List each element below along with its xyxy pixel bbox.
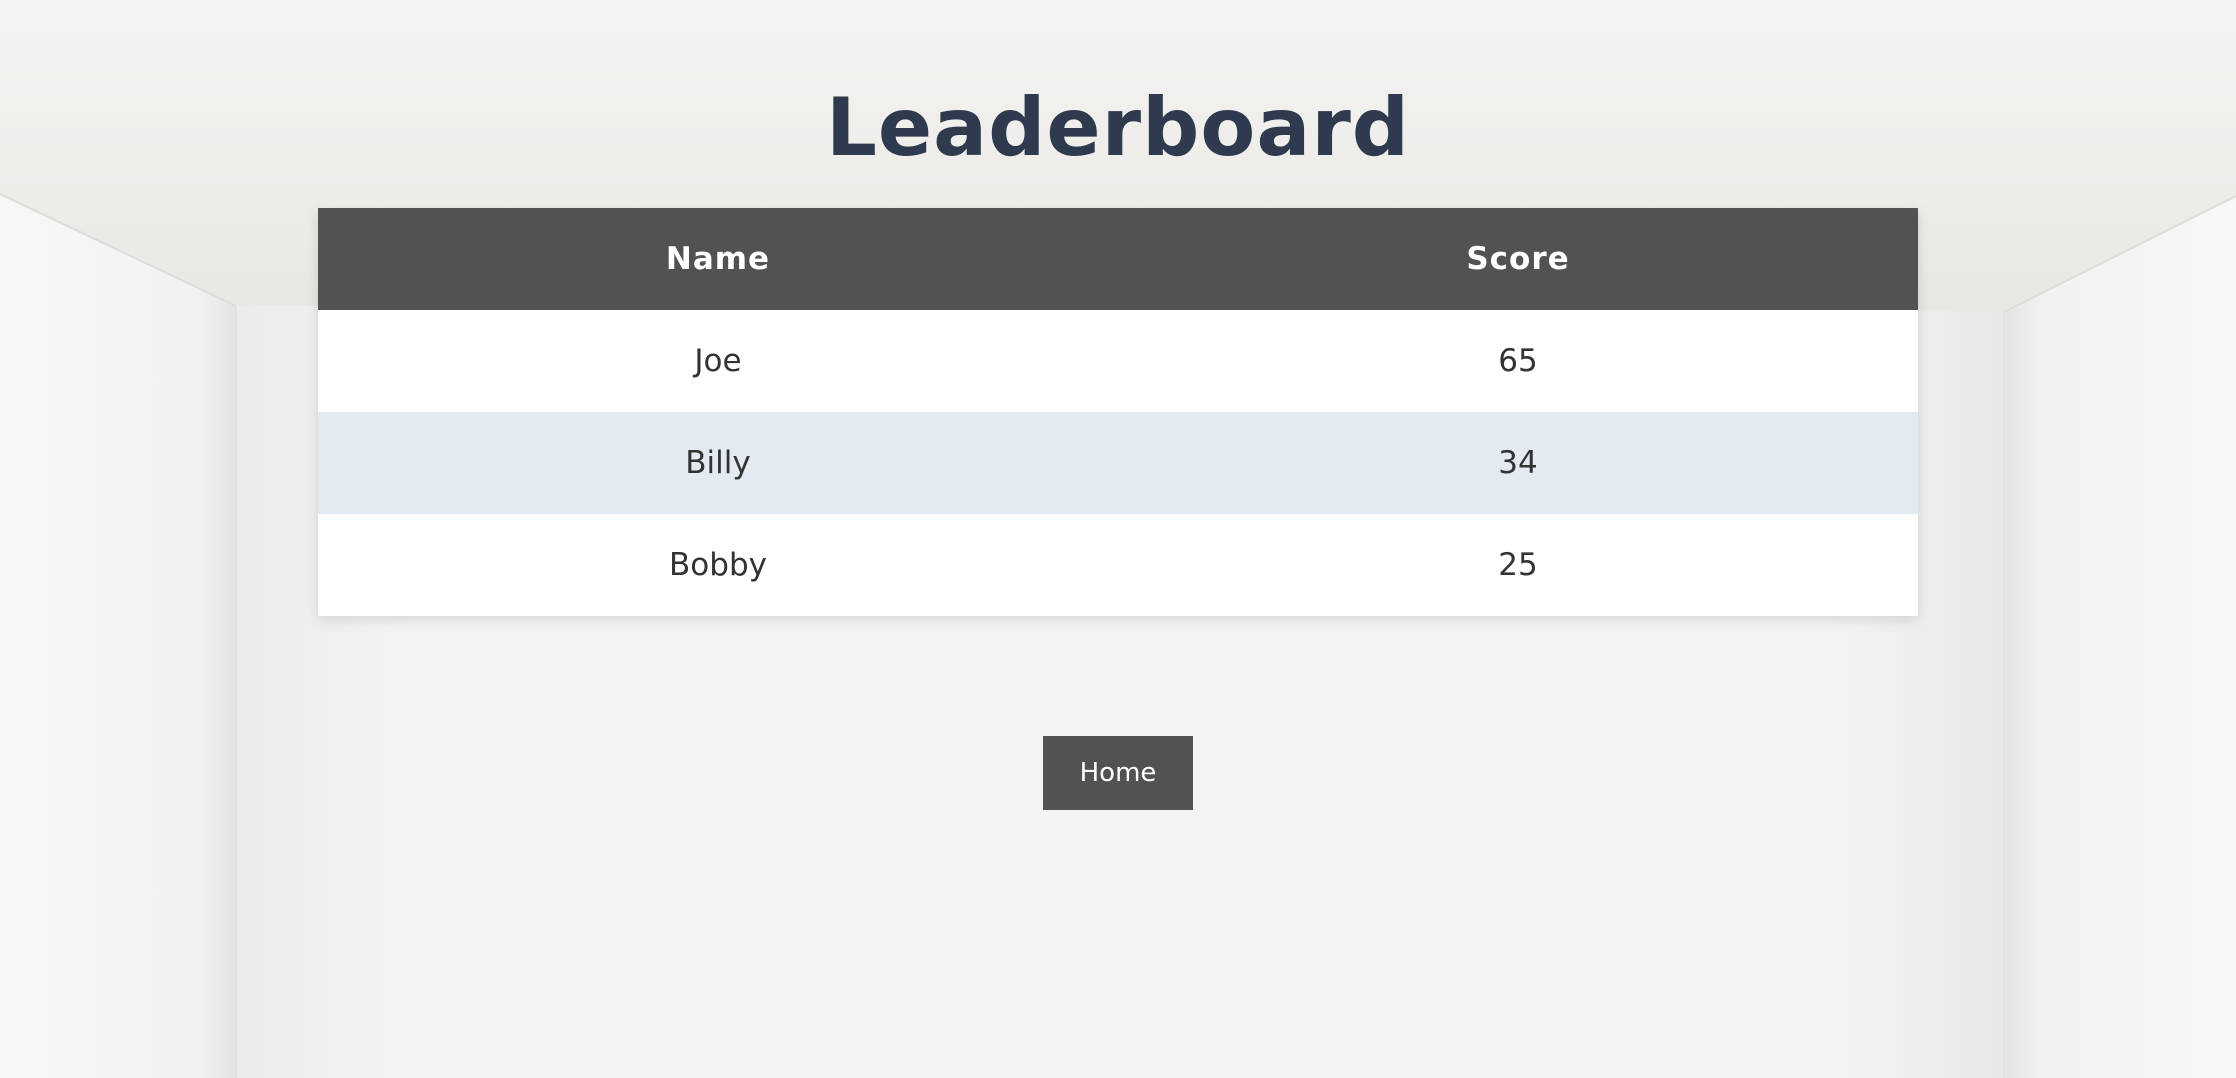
player-score-cell: 34: [1118, 412, 1918, 514]
table-row: Bobby 25: [318, 514, 1918, 616]
player-name-cell: Billy: [318, 412, 1118, 514]
player-score-cell: 25: [1118, 514, 1918, 616]
column-header-name: Name: [318, 208, 1118, 310]
player-score-cell: 65: [1118, 310, 1918, 412]
home-button[interactable]: Home: [1043, 736, 1193, 810]
table-header-row: Name Score: [318, 208, 1918, 310]
player-name-cell: Joe: [318, 310, 1118, 412]
table-row: Joe 65: [318, 310, 1918, 412]
player-name-cell: Bobby: [318, 514, 1118, 616]
column-header-score: Score: [1118, 208, 1918, 310]
page-title: Leaderboard: [825, 80, 1411, 174]
table-row: Billy 34: [318, 412, 1918, 514]
leaderboard-table: Name Score Joe 65 Billy 34 Bobby 25: [318, 208, 1918, 616]
